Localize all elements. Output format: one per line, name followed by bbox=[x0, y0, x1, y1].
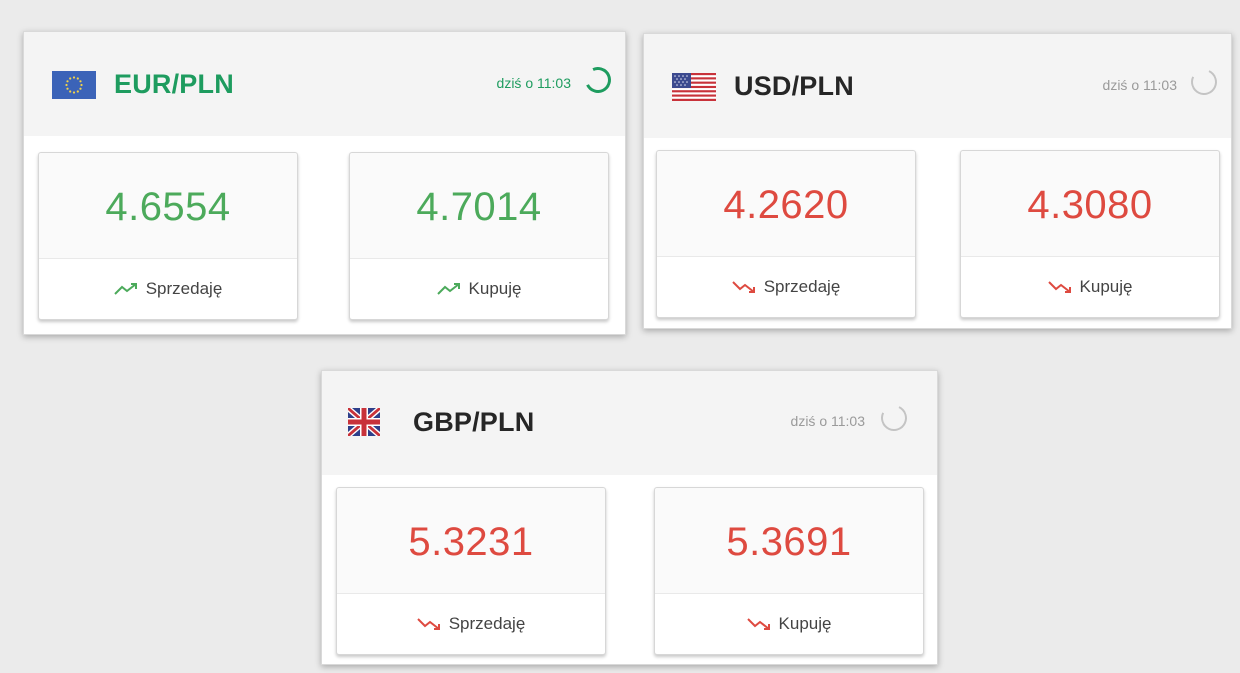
buy-rate-footer: Kupuję bbox=[350, 258, 608, 319]
buy-rate-value: 5.3691 bbox=[726, 520, 852, 564]
trend-down-icon bbox=[417, 617, 441, 631]
rate-card-eur-pln: EUR/PLN dziś o 11:03 4.6554 Sprzedaję 4.… bbox=[23, 31, 626, 335]
buy-rate-box[interactable]: 4.3080 Kupuję bbox=[960, 150, 1220, 318]
rate-card-usd-pln: USD/PLN dziś o 11:03 4.2620 Sprzedaję 4.… bbox=[643, 33, 1232, 329]
currency-pair-title: EUR/PLN bbox=[114, 69, 234, 99]
buy-rate-value: 4.3080 bbox=[1027, 183, 1153, 227]
sell-rate-value: 4.2620 bbox=[723, 183, 849, 227]
buy-label: Kupuję bbox=[1079, 277, 1133, 296]
card-header: GBP/PLN dziś o 11:03 bbox=[322, 371, 937, 475]
refresh-spinner-icon[interactable] bbox=[581, 63, 615, 97]
sell-rate-footer: Sprzedaję bbox=[39, 258, 297, 319]
eu-flag-icon bbox=[52, 71, 96, 99]
sell-rate-box[interactable]: 4.6554 Sprzedaję bbox=[38, 152, 298, 320]
currency-pair-title: GBP/PLN bbox=[413, 407, 535, 437]
buy-rate-box[interactable]: 4.7014 Kupuję bbox=[349, 152, 609, 320]
sell-label: Sprzedaję bbox=[763, 277, 841, 296]
buy-rate-box[interactable]: 5.3691 Kupuję bbox=[654, 487, 924, 655]
sell-label: Sprzedaję bbox=[145, 279, 223, 298]
trend-up-icon bbox=[436, 282, 461, 296]
last-update-time: dziś o 11:03 bbox=[790, 413, 865, 429]
sell-rate-value: 4.6554 bbox=[105, 185, 231, 229]
last-update-time: dziś o 11:03 bbox=[496, 75, 571, 91]
sell-rate-footer: Sprzedaję bbox=[337, 593, 605, 654]
currency-pair-title: USD/PLN bbox=[734, 71, 854, 101]
sell-label: Sprzedaję bbox=[448, 614, 526, 633]
refresh-spinner-icon[interactable] bbox=[877, 401, 911, 435]
us-flag-icon bbox=[672, 73, 716, 101]
buy-rate-value: 4.7014 bbox=[416, 185, 542, 229]
card-header: USD/PLN dziś o 11:03 bbox=[644, 34, 1231, 138]
trend-up-icon bbox=[114, 282, 138, 296]
uk-flag-icon bbox=[348, 408, 380, 436]
rate-card-gbp-pln: GBP/PLN dziś o 11:03 5.3231 Sprzedaję 5.… bbox=[321, 370, 938, 665]
sell-rate-box[interactable]: 4.2620 Sprzedaję bbox=[656, 150, 916, 318]
buy-rate-footer: Kupuję bbox=[961, 256, 1219, 317]
last-update-time: dziś o 11:03 bbox=[1102, 77, 1177, 93]
sell-rate-footer: Sprzedaję bbox=[657, 256, 915, 317]
buy-label: Kupuję bbox=[468, 279, 522, 298]
sell-rate-value: 5.3231 bbox=[408, 520, 534, 564]
buy-label: Kupuję bbox=[778, 614, 832, 633]
trend-down-icon bbox=[1047, 280, 1072, 294]
sell-rate-box[interactable]: 5.3231 Sprzedaję bbox=[336, 487, 606, 655]
card-header: EUR/PLN dziś o 11:03 bbox=[24, 32, 625, 136]
trend-down-icon bbox=[746, 617, 771, 631]
buy-rate-footer: Kupuję bbox=[655, 593, 923, 654]
refresh-spinner-icon[interactable] bbox=[1187, 65, 1221, 99]
trend-down-icon bbox=[732, 280, 756, 294]
